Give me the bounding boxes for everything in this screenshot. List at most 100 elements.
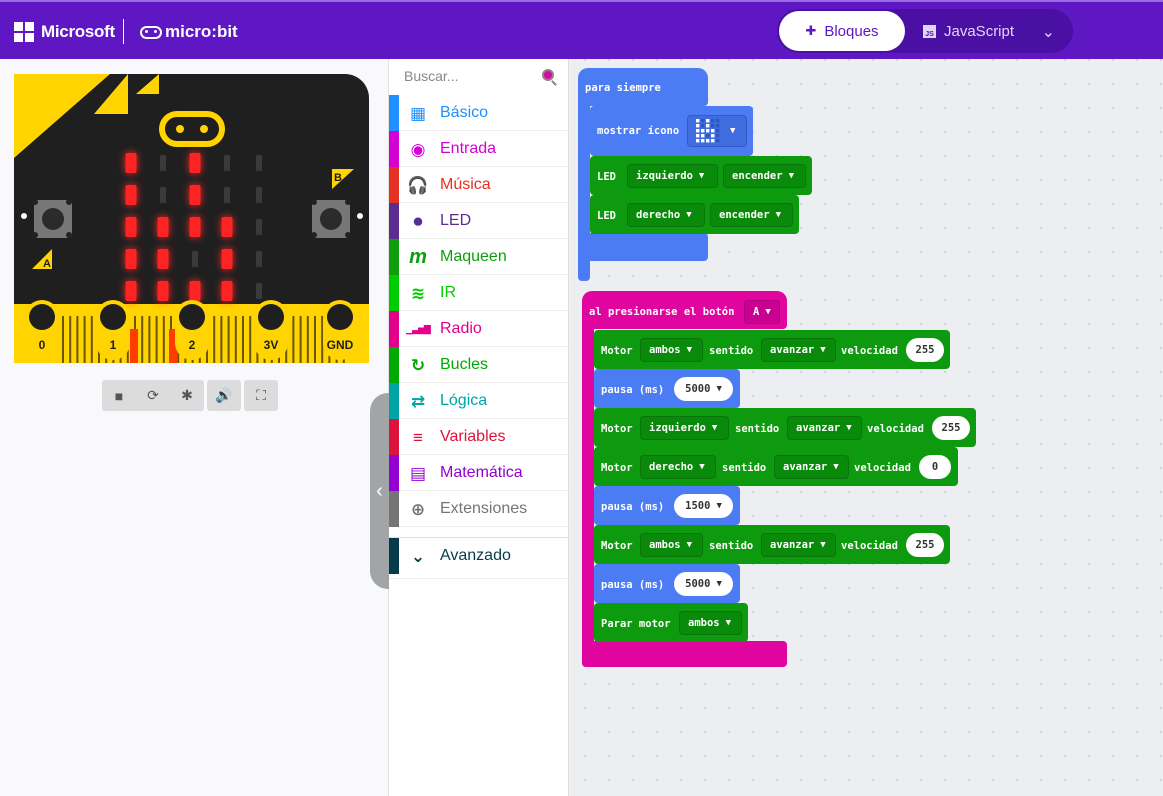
icon-preview-pixel [716,139,720,143]
microsoft-logo[interactable]: Microsoft [14,22,115,42]
chevron-left-icon: ‹ [376,479,383,502]
microbit-brand-text: micro:bit [165,22,238,41]
pause-dropdown[interactable]: 5000 ▼ [674,377,733,401]
show-icon-label: mostrar ícono [597,125,680,137]
direction-dropdown[interactable]: avanzar ▼ [761,533,836,557]
led-left-state-dropdown[interactable]: encender ▼ [723,164,806,188]
toolbox: Buscar... ▦ Básico ◉ Entrada 🎧 Música ⏺ LED m Maq… [389,59,569,796]
motor-select-dropdown[interactable]: ambos ▼ [640,338,703,362]
category-musica[interactable]: 🎧 Música [389,167,569,203]
dropdown-arrow-icon: ▼ [686,345,693,355]
pin-0[interactable]: 0 [25,300,59,360]
direction-dropdown[interactable]: avanzar ▼ [774,455,849,479]
category-extensiones[interactable]: ⊕ Extensiones [389,491,569,527]
speed-input[interactable]: 255 [906,533,944,557]
dropdown-arrow-icon: ▼ [698,171,705,181]
category-label: Entrada [440,140,497,157]
pin-label: GND [327,338,354,352]
icon-preview-pixel [711,124,715,128]
pin-gnd[interactable]: GND [323,300,357,360]
led-on [157,249,169,269]
microsoft-brand-text: Microsoft [41,22,115,41]
motor-select-dropdown[interactable]: derecho ▼ [640,455,716,479]
button-b-label: B [334,172,342,184]
led-left-side-dropdown[interactable]: izquierdo ▼ [627,164,718,188]
search-input[interactable]: Buscar... [404,68,458,84]
icon-preview-pixel [716,129,720,133]
direction-label: sentido [709,540,754,552]
connector-ridge [155,316,158,363]
category-matematica[interactable]: ▤ Matemática [389,455,569,491]
led-right-state-dropdown[interactable]: encender ▼ [710,203,793,227]
speed-input[interactable]: 255 [906,338,944,362]
category-variables[interactable]: ≡ Variables [389,419,569,455]
pin-hole [29,304,55,330]
motor-select-dropdown[interactable]: izquierdo ▼ [640,416,729,440]
category-logica[interactable]: ⇄ Lógica [389,383,569,419]
icon-preview-pixel [696,129,700,133]
pin-2[interactable]: 2 [175,300,209,360]
category-avanzado[interactable]: ⌄ Avanzado [389,537,569,579]
stop-motor-dropdown[interactable]: ambos ▼ [679,611,742,635]
led-on [189,185,201,205]
fullscreen-icon[interactable]: ⛶ [244,380,278,411]
pin-1[interactable]: 1 [96,300,130,360]
category-bucles[interactable]: ↻ Bucles [389,347,569,383]
connector-ridge [299,316,302,363]
pin-3v[interactable]: 3V [254,300,288,360]
sound-icon[interactable]: 🔊 [207,380,241,411]
button-select-dropdown[interactable]: A ▼ [744,300,780,324]
category-color-bar [389,491,399,527]
category-maqueen[interactable]: m Maqueen [389,239,569,275]
motor-select-dropdown[interactable]: ambos ▼ [640,533,703,557]
pause-dropdown[interactable]: 5000 ▼ [674,572,733,596]
pause-dropdown[interactable]: 1500 ▼ [674,494,733,518]
motor-label: Motor [601,540,633,552]
icon-dropdown[interactable]: ▼ [687,115,747,147]
restart-icon[interactable]: ⟳ [136,380,170,411]
connector-ridge [90,316,93,363]
microbit-logo[interactable]: micro:bit [140,22,238,42]
dropdown-arrow-icon: ▼ [833,462,839,472]
collapse-simulator-button[interactable]: ‹ [370,393,389,589]
toolbox-search[interactable]: Buscar... [389,59,569,95]
direction-dropdown[interactable]: avanzar ▼ [761,338,836,362]
direction-dropdown[interactable]: avanzar ▼ [787,416,862,440]
direction-label: sentido [735,423,780,435]
dropdown-arrow-icon: ▼ [686,210,692,220]
led-on [125,281,137,301]
dropdown-arrow-icon: ▼ [788,171,794,181]
tab-javascript[interactable]: JS JavaScript [923,23,1014,40]
icon-preview-pixel [696,119,700,123]
category-label: Variables [440,428,506,445]
category-radio[interactable]: ▁▃▅▇ Radio [389,311,569,347]
dropdown-arrow-icon: ▼ [765,307,771,317]
pin-label: 3V [264,338,279,352]
debug-icon[interactable]: ✱ [170,380,204,411]
stop-motor-label: Parar motor [601,618,671,630]
simulator-controls: ■ ⟳ ✱ [102,380,204,411]
pin-label: 2 [189,338,196,352]
category-entrada[interactable]: ◉ Entrada [389,131,569,167]
icon-preview-pixel [706,134,710,138]
speed-input[interactable]: 0 [919,455,951,479]
category-ir[interactable]: ≋ IR [389,275,569,311]
chevron-down-icon[interactable]: ⌄ [1042,22,1055,42]
shuffle-icon: ⇄ [410,391,426,411]
led-off [256,251,262,267]
speed-input[interactable]: 255 [932,416,970,440]
connector-ridge [83,316,86,363]
icon-preview-pixel [711,139,715,143]
category-led[interactable]: ⏺ LED [389,203,569,239]
chevron-down-icon: ⌄ [410,546,426,566]
led-right-side-dropdown[interactable]: derecho ▼ [627,203,705,227]
search-icon[interactable] [542,69,554,81]
pin-hole [100,304,126,330]
pause-value: 5000 [685,578,711,590]
button-a-label: A [43,258,51,270]
category-basico[interactable]: ▦ Básico [389,95,569,131]
blocks-workspace[interactable]: para siempre mostrar ícono ▼ LED izquier… [570,59,1163,796]
simulator-toolbar: ■ ⟳ ✱ 🔊 ⛶ [102,380,281,411]
tab-blocks[interactable]: ✚ Bloques [779,11,905,51]
stop-icon[interactable]: ■ [102,380,136,411]
